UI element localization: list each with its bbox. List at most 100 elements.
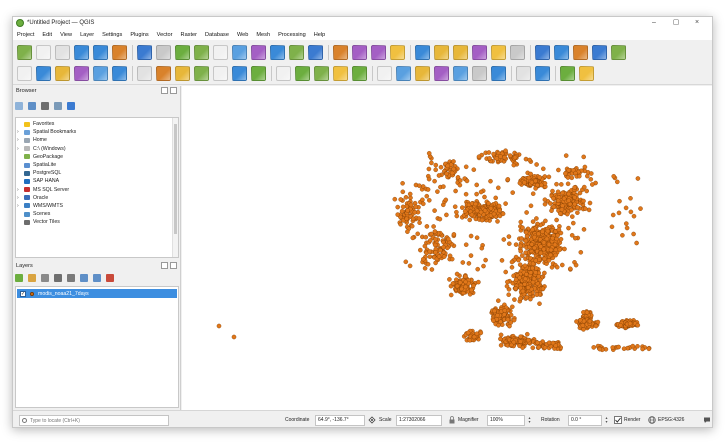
menu-processing[interactable]: Processing [274,30,310,40]
zoom-to-layer-icon[interactable] [251,44,266,60]
undo-icon[interactable] [333,66,348,81]
browser-item[interactable]: SAP HANA [16,177,178,185]
coordinate-field[interactable]: 64.9°, -136.7° [315,415,365,426]
diagram-icon[interactable] [516,66,531,81]
pan-to-selection-icon[interactable] [156,44,171,60]
save-edits-icon[interactable] [175,66,190,81]
paste-features-icon[interactable] [314,66,329,81]
browser-scrollbar[interactable] [172,118,178,257]
label-properties-icon[interactable] [491,66,506,81]
open-project-icon[interactable] [36,44,51,60]
close-panel-icon[interactable] [170,87,177,94]
menu-plugins[interactable]: Plugins [126,30,152,40]
collapse-all-layers-icon[interactable] [93,274,101,282]
menu-settings[interactable]: Settings [98,30,126,40]
crs-button[interactable]: EPSG:4326 [658,417,684,423]
browser-item[interactable]: SpatiaLite [16,161,178,169]
filter-browser-icon[interactable] [41,102,49,110]
data-source-manager-icon[interactable] [17,66,32,81]
menu-mesh[interactable]: Mesh [252,30,274,40]
globe-icon[interactable] [648,416,656,424]
identify-icon[interactable] [415,44,430,60]
collapse-all-icon[interactable] [54,102,62,110]
menu-raster[interactable]: Raster [177,30,201,40]
move-label-icon[interactable] [434,66,449,81]
add-group-icon[interactable] [28,274,36,282]
magnifier-field[interactable]: 100% [487,415,525,426]
statistics-icon[interactable] [510,44,525,60]
scrollbar-thumb[interactable] [174,124,177,234]
print-layout-icon[interactable] [93,44,108,60]
browser-item[interactable]: Scenes [16,210,178,218]
vertex-tool-icon[interactable] [232,66,247,81]
show-bookmarks-icon[interactable] [352,44,367,60]
delete-selected-icon[interactable] [251,66,266,81]
edit-pencil-icon[interactable] [156,66,171,81]
menu-database[interactable]: Database [201,30,233,40]
open-attribute-table-icon[interactable] [491,44,506,60]
layer-visibility-checkbox[interactable]: ✓ [20,290,26,297]
menu-layer[interactable]: Layer [76,30,98,40]
messages-icon[interactable] [703,416,711,424]
menu-web[interactable]: Web [233,30,252,40]
render-checkbox[interactable] [614,416,622,424]
help-icon[interactable] [579,66,594,81]
rotate-label-icon[interactable] [453,66,468,81]
expand-arrow-icon[interactable]: › [17,186,22,194]
refresh-icon[interactable] [390,44,405,60]
maximize-button[interactable]: ▢ [669,18,683,28]
browser-item[interactable]: › C:\ (Windows) [16,145,178,153]
toolbox-icon[interactable] [535,44,550,60]
expand-arrow-icon[interactable]: › [17,194,22,202]
zoom-last-icon[interactable] [270,44,285,60]
add-line-icon[interactable] [194,66,209,81]
menu-help[interactable]: Help [310,30,330,40]
add-vector-layer-icon[interactable] [55,66,70,81]
browser-item[interactable]: › Oracle [16,194,178,202]
temporal-controller-icon[interactable] [371,44,386,60]
new-layer-icon[interactable] [36,66,51,81]
zoom-in-icon[interactable] [175,44,190,60]
close-button[interactable]: × [690,18,704,28]
digitize-icon[interactable] [137,66,152,81]
browser-item[interactable]: PostgreSQL [16,169,178,177]
expand-arrow-icon[interactable]: › [17,128,22,136]
label-toolbar-icon[interactable] [377,66,392,81]
menu-project[interactable]: Project [13,30,38,40]
remove-layer-icon[interactable] [106,274,114,282]
browser-tree[interactable]: Favorites › Spatial Bookmarks › Home › C:\ (Wi… [15,117,179,258]
filter-by-expression-icon[interactable] [67,274,75,282]
select-by-expression-icon[interactable] [472,44,487,60]
locator-bar[interactable] [19,415,169,426]
zoom-next-icon[interactable] [289,44,304,60]
browser-item[interactable]: › Spatial Bookmarks [16,128,178,136]
menu-edit[interactable]: Edit [38,30,56,40]
expand-all-icon[interactable] [80,274,88,282]
label-icon[interactable] [611,44,626,60]
refresh-browser-icon[interactable] [28,102,36,110]
add-selected-layers-icon[interactable] [15,102,23,110]
layer-item[interactable]: ✓ modis_noaa21_7days [17,289,177,298]
browser-item[interactable]: › Home [16,136,178,144]
add-point-icon[interactable] [213,66,228,81]
lock-icon[interactable] [448,416,456,424]
map-tips-icon[interactable] [573,44,588,60]
zoom-full-icon[interactable] [213,44,228,60]
expand-arrow-icon[interactable]: › [17,145,22,153]
rotation-field[interactable]: 0.0 ° [568,415,602,426]
pan-icon[interactable] [137,44,152,60]
cut-features-icon[interactable] [276,66,291,81]
menu-vector[interactable]: Vector [153,30,177,40]
menu-view[interactable]: View [56,30,76,40]
filter-legend-icon[interactable] [54,274,62,282]
pin-label-icon[interactable] [396,66,411,81]
save-as-icon[interactable] [74,44,89,60]
change-label-icon[interactable] [472,66,487,81]
annotation-icon[interactable] [592,44,607,60]
open-layer-styling-icon[interactable] [15,274,23,282]
copy-features-icon[interactable] [295,66,310,81]
add-raster-layer-icon[interactable] [74,66,89,81]
new-project-icon[interactable] [17,44,32,60]
float-panel-icon[interactable] [161,262,168,269]
browser-item[interactable]: › WMS/WMTS [16,202,178,210]
